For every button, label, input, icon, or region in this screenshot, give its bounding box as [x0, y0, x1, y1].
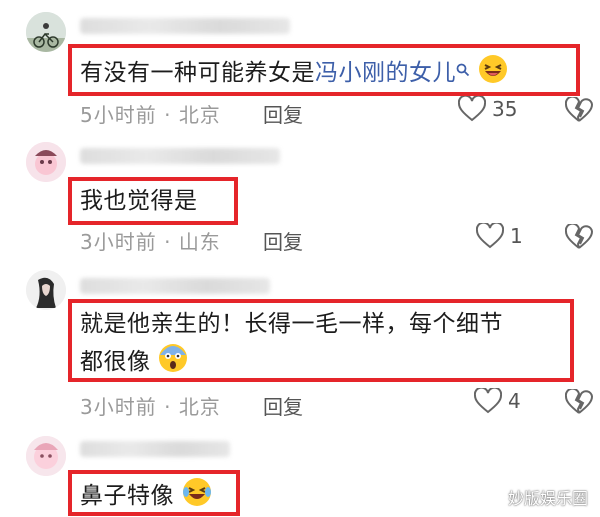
- separator: ·: [164, 395, 172, 419]
- timestamp: 3小时前: [80, 230, 157, 254]
- heart-icon: [458, 96, 486, 122]
- like-button[interactable]: 1: [476, 223, 523, 249]
- watermark: 妙版娱乐圈: [491, 485, 588, 509]
- like-count: 35: [492, 97, 518, 121]
- comment-text: 我也觉得是: [80, 188, 198, 214]
- comment-text: 鼻子特像: [80, 477, 212, 516]
- username-blurred[interactable]: [80, 278, 270, 294]
- comment-text-line1: 就是他亲生的！长得一毛一样，每个细节: [80, 311, 503, 337]
- reply-button[interactable]: 回复: [263, 226, 303, 255]
- comment-meta: 5小时前 · 北京: [80, 99, 221, 128]
- avatar[interactable]: [26, 12, 66, 52]
- like-button[interactable]: 4: [474, 388, 521, 414]
- avatar[interactable]: [26, 270, 66, 310]
- search-icon[interactable]: [456, 54, 470, 86]
- watermark-text: 妙版娱乐圈: [507, 489, 588, 508]
- laughing-emoji: [478, 54, 508, 93]
- timestamp: 5小时前: [80, 103, 157, 127]
- comment-text-line2: 都很像: [80, 343, 188, 382]
- comment-text-line2-text: 都很像: [80, 349, 151, 375]
- like-button[interactable]: 35: [458, 96, 517, 122]
- broken-heart-icon: [565, 224, 593, 250]
- broken-heart-icon: [565, 389, 593, 415]
- timestamp: 3小时前: [80, 395, 157, 419]
- location: 山东: [178, 230, 221, 254]
- location: 北京: [178, 103, 221, 127]
- separator: ·: [164, 103, 172, 127]
- username-blurred[interactable]: [80, 148, 280, 164]
- comment-4: 鼻子特像 妙版娱乐圈: [0, 428, 600, 517]
- avatar[interactable]: [26, 436, 66, 476]
- weibo-logo-icon: [491, 488, 505, 507]
- comment-2: 我也觉得是 3小时前 · 山东 回复 1: [0, 130, 600, 260]
- dislike-button[interactable]: [565, 224, 593, 250]
- heart-icon: [476, 223, 504, 249]
- laughing-crying-emoji: [182, 477, 212, 516]
- dislike-button[interactable]: [565, 97, 593, 123]
- comment-meta: 3小时前 · 北京: [80, 391, 221, 420]
- comment-1: 有没有一种可能养女是冯小刚的女儿 5小时前 · 北京 回复 35: [0, 0, 600, 130]
- comment-text-plain: 有没有一种可能养女是: [80, 60, 315, 86]
- search-link[interactable]: 冯小刚的女儿: [315, 60, 456, 86]
- like-count: 4: [508, 389, 521, 413]
- username-blurred[interactable]: [80, 441, 230, 457]
- scream-emoji: [158, 343, 188, 382]
- reply-button[interactable]: 回复: [263, 391, 303, 420]
- reply-button[interactable]: 回复: [263, 99, 303, 128]
- broken-heart-icon: [565, 97, 593, 123]
- comment-meta: 3小时前 · 山东: [80, 226, 221, 255]
- like-count: 1: [510, 224, 523, 248]
- avatar[interactable]: [26, 142, 66, 182]
- heart-icon: [474, 388, 502, 414]
- username-blurred[interactable]: [80, 18, 290, 34]
- comment-text-plain: 鼻子特像: [80, 483, 174, 509]
- separator: ·: [164, 230, 172, 254]
- dislike-button[interactable]: [565, 389, 593, 415]
- comment-3: 就是他亲生的！长得一毛一样，每个细节 都很像 3小时前 · 北京 回复 4: [0, 260, 600, 428]
- location: 北京: [178, 395, 221, 419]
- comment-text: 有没有一种可能养女是冯小刚的女儿: [80, 54, 508, 93]
